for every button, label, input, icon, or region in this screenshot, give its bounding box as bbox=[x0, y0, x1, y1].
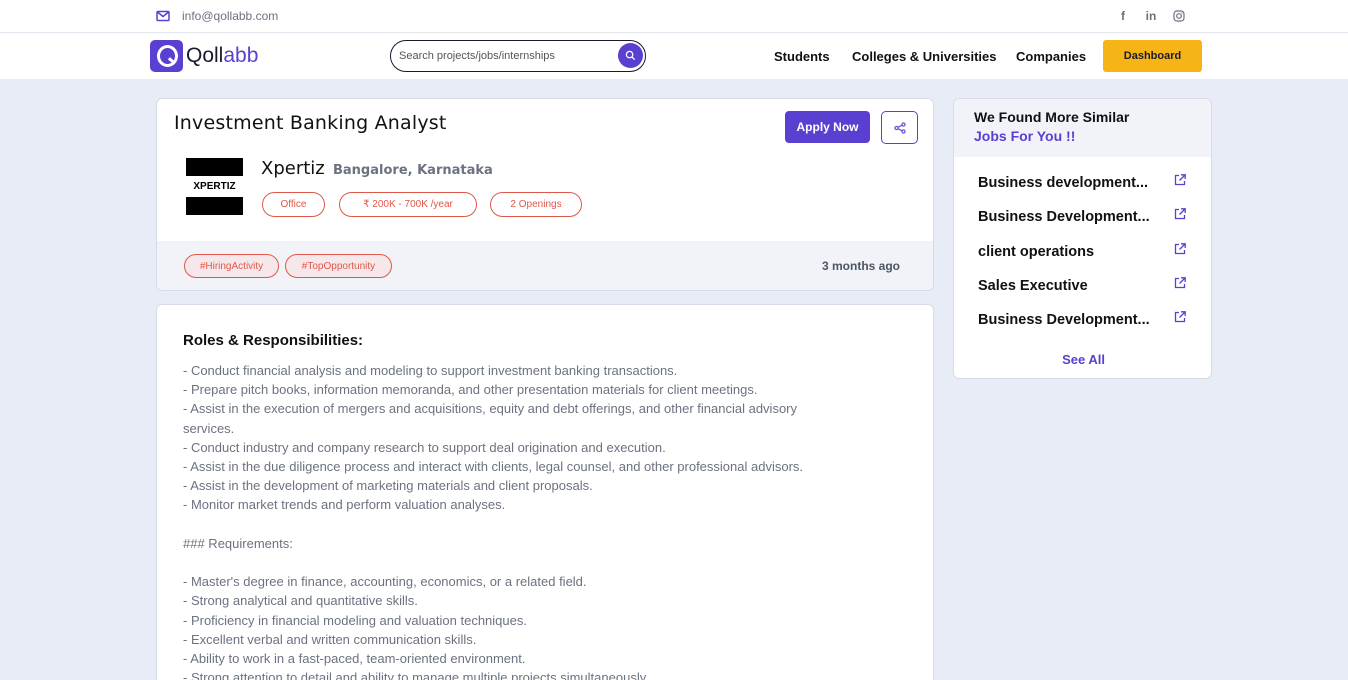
description-line: - Assist in the due diligence process an… bbox=[183, 459, 804, 475]
job-location: Bangalore, Karnataka bbox=[333, 163, 493, 178]
nav-link-companies[interactable]: Companies bbox=[1016, 49, 1086, 64]
social-links: f in bbox=[1116, 8, 1186, 24]
company-name[interactable]: Xpertiz bbox=[261, 158, 325, 179]
logo-wordmark: Qollabb bbox=[186, 44, 259, 67]
hashtag-badge[interactable]: #HiringActivity bbox=[184, 254, 279, 278]
search-button[interactable] bbox=[618, 43, 643, 68]
share-icon bbox=[893, 121, 906, 134]
similar-job-item[interactable]: Business development... bbox=[978, 173, 1188, 195]
external-link-icon[interactable] bbox=[1173, 173, 1187, 187]
description-line: - Conduct industry and company research … bbox=[183, 439, 666, 455]
contact-email[interactable]: info@qollabb.com bbox=[156, 9, 278, 23]
external-link-icon[interactable] bbox=[1173, 242, 1187, 256]
job-header-card: Investment Banking Analyst Apply Now XPE… bbox=[156, 98, 934, 291]
similar-job-title: Business development... bbox=[978, 175, 1149, 191]
salary-pill: ₹ 200K - 700K /year bbox=[339, 192, 477, 217]
description-line: ### Requirements: bbox=[183, 535, 293, 551]
description-line: - Monitor market trends and perform valu… bbox=[183, 497, 506, 513]
job-card-footer: #HiringActivity #TopOpportunity 3 months… bbox=[157, 241, 933, 290]
roles-heading: Roles & Responsibilities: bbox=[183, 332, 364, 349]
apply-now-button[interactable]: Apply Now bbox=[785, 111, 870, 143]
external-link-icon[interactable] bbox=[1173, 310, 1187, 324]
description-text: - Conduct financial analysis and modelin… bbox=[183, 361, 883, 680]
mail-icon bbox=[156, 10, 170, 22]
description-line: - Strong attention to detail and ability… bbox=[183, 670, 649, 680]
logo-mark-icon bbox=[150, 40, 183, 72]
top-info-bar: info@qollabb.com f in bbox=[0, 0, 1348, 33]
similar-job-item[interactable]: Business Development... bbox=[978, 310, 1188, 332]
similar-job-title: Business Development... bbox=[978, 312, 1150, 328]
email-text: info@qollabb.com bbox=[182, 9, 279, 23]
description-line: - Master's degree in finance, accounting… bbox=[183, 574, 587, 590]
similar-job-item[interactable]: client operations bbox=[978, 242, 1188, 264]
openings-pill: 2 Openings bbox=[490, 192, 582, 217]
description-line: - Ability to work in a fast-paced, team-… bbox=[183, 651, 526, 667]
facebook-icon[interactable]: f bbox=[1116, 8, 1130, 24]
search-input[interactable] bbox=[399, 48, 609, 64]
external-link-icon[interactable] bbox=[1173, 207, 1187, 221]
company-logo: XPERTIZ bbox=[186, 158, 243, 215]
description-line bbox=[183, 515, 883, 534]
hashtag-badge[interactable]: #TopOpportunity bbox=[285, 254, 392, 278]
similar-jobs-card: We Found More Similar Jobs For You !! Bu… bbox=[953, 98, 1212, 379]
qollabb-logo[interactable]: Qollabb bbox=[150, 40, 258, 72]
instagram-icon[interactable] bbox=[1172, 8, 1186, 24]
similar-job-title: Business Development... bbox=[978, 209, 1150, 225]
company-logo-text: XPERTIZ bbox=[186, 176, 243, 197]
similar-job-item[interactable]: Business Development... bbox=[978, 207, 1188, 229]
similar-job-item[interactable]: Sales Executive bbox=[978, 276, 1188, 298]
search-icon bbox=[625, 50, 636, 61]
similar-job-title: client operations bbox=[978, 244, 1095, 260]
similar-job-title: Sales Executive bbox=[978, 278, 1088, 294]
nav-link-students[interactable]: Students bbox=[774, 49, 830, 64]
description-line: - Proficiency in financial modeling and … bbox=[183, 612, 527, 628]
job-title: Investment Banking Analyst bbox=[174, 112, 447, 134]
work-mode-pill: Office bbox=[262, 192, 325, 217]
description-line bbox=[183, 553, 883, 572]
similar-jobs-header: We Found More Similar Jobs For You !! bbox=[954, 99, 1211, 157]
similar-jobs-title-line2: Jobs For You !! bbox=[974, 128, 1076, 144]
similar-jobs-title-line1: We Found More Similar bbox=[974, 109, 1130, 125]
description-line: - Prepare pitch books, information memor… bbox=[183, 382, 758, 398]
dashboard-button[interactable]: Dashboard bbox=[1103, 40, 1202, 72]
linkedin-icon[interactable]: in bbox=[1144, 8, 1158, 24]
see-all-link[interactable]: See All bbox=[954, 352, 1211, 367]
posted-time: 3 months ago bbox=[822, 259, 901, 273]
description-line: services. bbox=[183, 420, 235, 436]
nav-link-colleges[interactable]: Colleges & Universities bbox=[852, 49, 997, 64]
description-line: - Conduct financial analysis and modelin… bbox=[183, 363, 678, 378]
share-button[interactable] bbox=[881, 111, 918, 144]
search-bar bbox=[390, 40, 646, 72]
main-navbar: Qollabb Students Colleges & Universities… bbox=[0, 33, 1348, 79]
description-line: - Assist in the development of marketing… bbox=[183, 478, 593, 494]
external-link-icon[interactable] bbox=[1173, 276, 1187, 290]
description-line: - Assist in the execution of mergers and… bbox=[183, 401, 798, 417]
description-line: - Excellent verbal and written communica… bbox=[183, 631, 477, 647]
description-line: - Strong analytical and quantitative ski… bbox=[183, 593, 418, 609]
job-description-card: Roles & Responsibilities: - Conduct fina… bbox=[156, 304, 934, 680]
